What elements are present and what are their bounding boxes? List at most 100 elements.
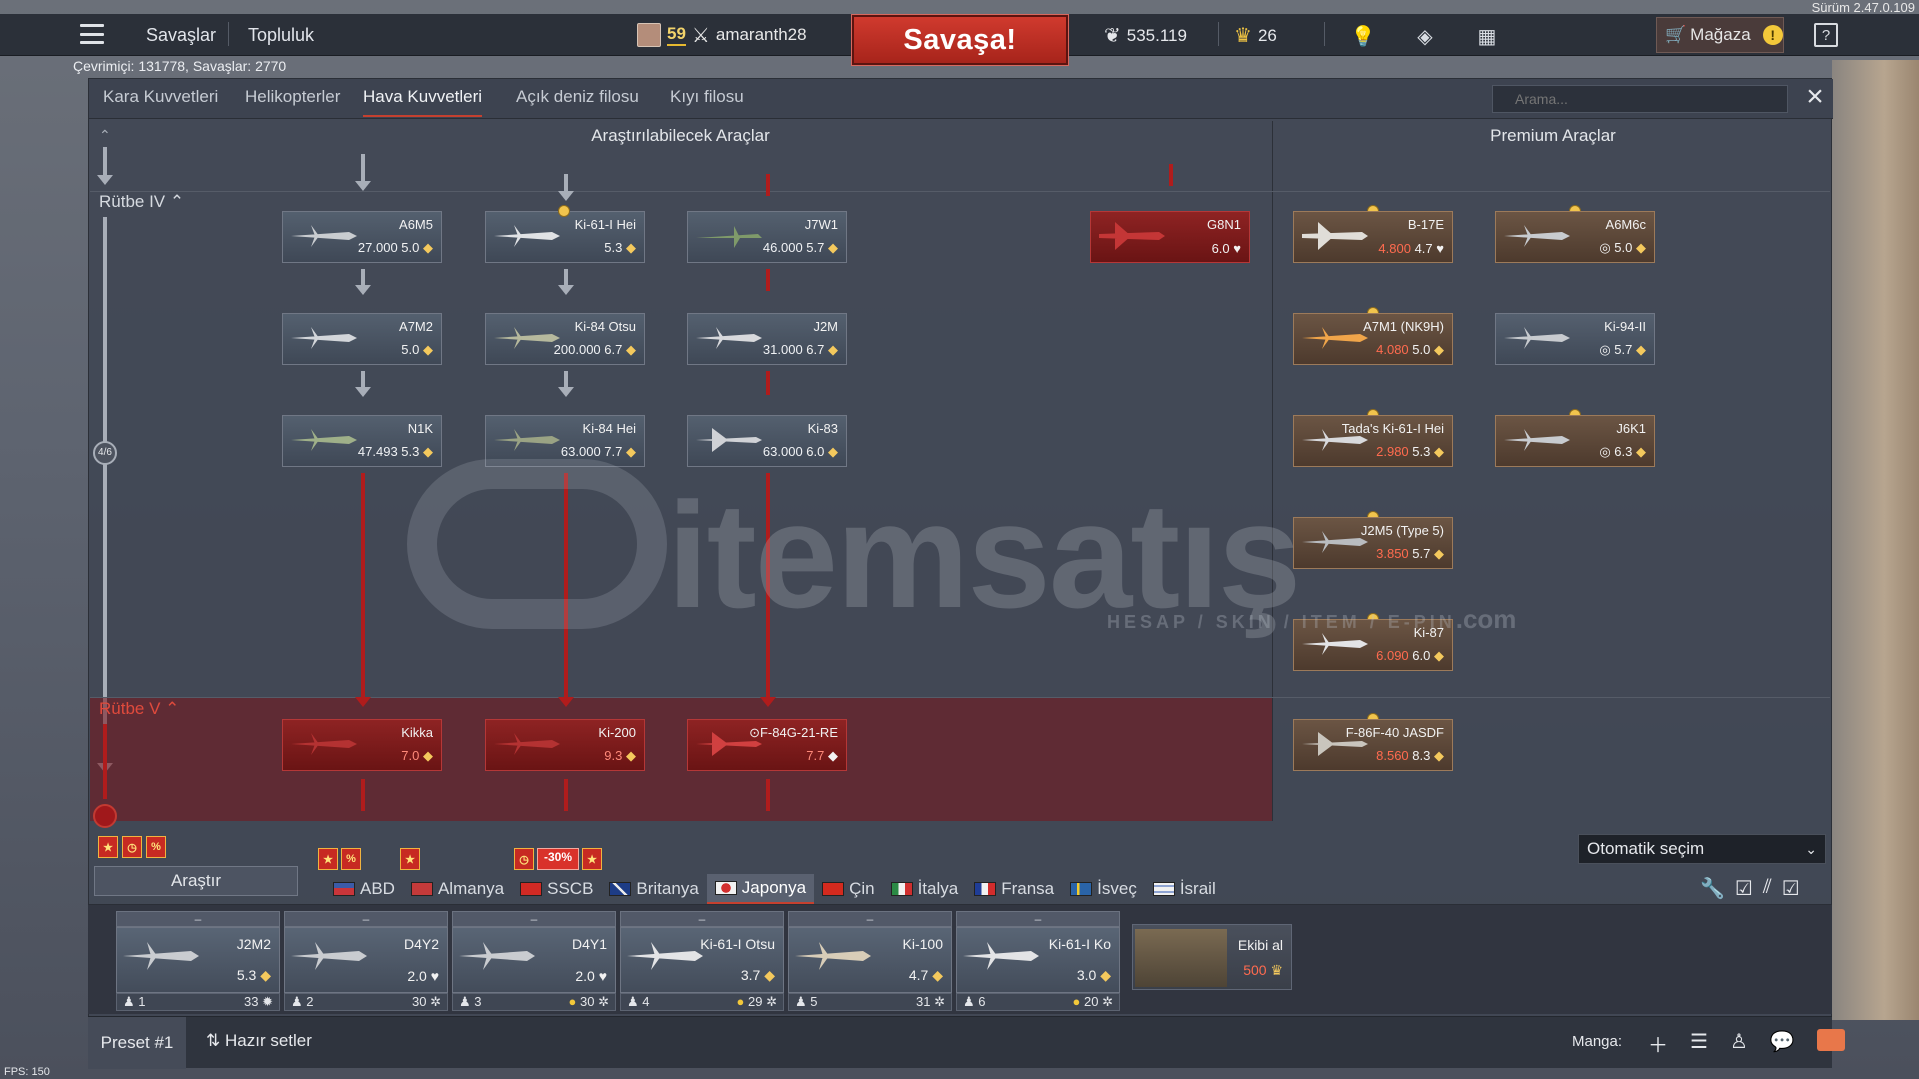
ready-sets-button[interactable]: ⇅ Hazır setler bbox=[206, 1031, 312, 1051]
nation-usa[interactable]: ABD bbox=[325, 874, 403, 904]
tab-coastal-fleet[interactable]: Kıyı filosu bbox=[670, 87, 744, 117]
ticket-icon[interactable]: ▦ bbox=[1474, 23, 1500, 49]
check-icon[interactable]: ☑ bbox=[1735, 876, 1753, 901]
repair-all-icon[interactable]: ⫽ bbox=[1763, 876, 1772, 901]
nation-sweden[interactable]: İsveç bbox=[1062, 874, 1145, 904]
close-icon[interactable]: × bbox=[1800, 82, 1830, 113]
diamond-icon: ◆ bbox=[764, 967, 775, 983]
vehicle-card-ki84-hei[interactable]: Ki-84 Hei 63.000 7.7 ◆ bbox=[485, 415, 645, 467]
vehicle-card-kikka[interactable]: Kikka 7.0 ◆ bbox=[282, 719, 442, 771]
vehicle-card-ki200[interactable]: Ki-200 9.3 ◆ bbox=[485, 719, 645, 771]
nation-japan[interactable]: Japonya bbox=[706, 874, 815, 904]
nation-china[interactable]: Çin bbox=[814, 874, 883, 904]
check-all-icon[interactable]: ☑ bbox=[1782, 876, 1800, 901]
slot-vehicle[interactable]: D4Y2 2.0 ♥ bbox=[284, 927, 448, 993]
plus-icon[interactable]: ＋ bbox=[1648, 1029, 1668, 1058]
get-crew-label: Ekibi al bbox=[1237, 937, 1283, 953]
get-crew-button[interactable]: Ekibi al 500 ♛ bbox=[1132, 924, 1292, 990]
battle-rating: 5.7 bbox=[1614, 342, 1633, 357]
wrench-icon[interactable]: 🔧 bbox=[1700, 876, 1725, 901]
nation-france[interactable]: Fransa bbox=[966, 874, 1062, 904]
slot-vehicle[interactable]: D4Y1 2.0 ♥ bbox=[452, 927, 616, 993]
nation-germany[interactable]: Almanya bbox=[403, 874, 512, 904]
vehicle-card-j6k1[interactable]: J6K1 ◎ 6.3 ◆ bbox=[1495, 415, 1655, 467]
slot-vehicle[interactable]: Ki-61-I Otsu 3.7 ◆ bbox=[620, 927, 784, 993]
tab-aviation[interactable]: Hava Kuvvetleri bbox=[363, 87, 483, 117]
vehicle-card-b17e[interactable]: B-17E 4.800 4.7 ♥ bbox=[1293, 211, 1453, 263]
vehicle-card-j2m5[interactable]: J2M5 (Type 5) 3.850 5.7 ◆ bbox=[1293, 517, 1453, 569]
vehicle-card-ki87[interactable]: Ki-87 6.090 6.0 ◆ bbox=[1293, 619, 1453, 671]
vehicle-card-ki84-otsu[interactable]: Ki-84 Otsu 200.000 6.7 ◆ bbox=[485, 313, 645, 365]
slot-vehicle[interactable]: J2M2 5.3 ◆ bbox=[116, 927, 280, 993]
crew-level: ● 30 ✲ bbox=[568, 994, 609, 1009]
nav-community[interactable]: Topluluk bbox=[248, 25, 314, 46]
research-cost: 63.000 bbox=[560, 444, 601, 459]
slot-vehicle[interactable]: Ki-100 4.7 ◆ bbox=[788, 927, 952, 993]
crew-slot-6[interactable]: – Ki-61-I Ko 3.0 ◆ ♟ 6 ● 20 ✲ bbox=[956, 911, 1120, 1013]
progress-line-top bbox=[103, 147, 107, 175]
crew-slot-5[interactable]: – Ki-100 4.7 ◆ ♟ 5 31 ✲ bbox=[788, 911, 952, 1013]
menu-icon[interactable] bbox=[80, 24, 104, 44]
vehicle-card-a6m6c[interactable]: A6M6c ◎ 5.0 ◆ bbox=[1495, 211, 1655, 263]
nation-ussr[interactable]: SSCB bbox=[512, 874, 601, 904]
search-input[interactable] bbox=[1492, 85, 1788, 113]
shop-button[interactable]: 🛒 Mağaza ! bbox=[1656, 17, 1784, 53]
squad-icon[interactable]: ♙ bbox=[1730, 1029, 1748, 1058]
crew-slot-2[interactable]: – D4Y2 2.0 ♥ ♟ 2 30 ✲ bbox=[284, 911, 448, 1013]
rank-5-lock bbox=[93, 804, 117, 828]
vehicle-card-ki61-hei[interactable]: Ki-61-I Hei 5.3 ◆ bbox=[485, 211, 645, 263]
silver-lions[interactable]: ❦ 535.119 bbox=[1104, 23, 1187, 48]
vehicle-card-j7w1[interactable]: J7W1 46.000 5.7 ◆ bbox=[687, 211, 847, 263]
top-bar: Savaşlar Topluluk 59 ⚔ amaranth28 Savaşa… bbox=[0, 14, 1919, 66]
tab-ground[interactable]: Kara Kuvvetleri bbox=[103, 87, 218, 117]
vehicle-card-ki83[interactable]: Ki-83 63.000 6.0 ◆ bbox=[687, 415, 847, 467]
vehicle-card-tada-ki61[interactable]: Tada's Ki-61-I Hei 2.980 5.3 ◆ bbox=[1293, 415, 1453, 467]
auto-select-dropdown[interactable]: Otomatik seçim ⌄ bbox=[1578, 834, 1826, 864]
battle-rating: 4.7 bbox=[1414, 241, 1433, 256]
vehicle-card-a7m1[interactable]: A7M1 (NK9H) 4.080 5.0 ◆ bbox=[1293, 313, 1453, 365]
crew-slot-1[interactable]: – J2M2 5.3 ◆ ♟ 1 33 ✹ bbox=[116, 911, 280, 1013]
vehicle-br: 3.0 ◆ bbox=[1077, 967, 1111, 984]
battle-button[interactable]: Savaşa! bbox=[851, 14, 1069, 66]
vehicle-name: J2M2 bbox=[236, 936, 271, 952]
mail-icon[interactable] bbox=[1816, 1029, 1845, 1051]
vehicle-card-f86f[interactable]: F-86F-40 JASDF 8.560 8.3 ◆ bbox=[1293, 719, 1453, 771]
research-button[interactable]: Araştır bbox=[94, 866, 298, 896]
silver-lions-value: 535.119 bbox=[1126, 25, 1187, 45]
golden-eagles[interactable]: ♛ 26 bbox=[1234, 23, 1277, 48]
vehicle-card-g8n1[interactable]: G8N1 6.0 ♥ bbox=[1090, 211, 1250, 263]
vehicle-card-a7m2[interactable]: A7M2 5.0 ◆ bbox=[282, 313, 442, 365]
player-info[interactable]: 59 ⚔ amaranth28 bbox=[637, 21, 807, 49]
vehicle-name: N1K bbox=[407, 421, 433, 436]
tree-arrow-locked bbox=[558, 697, 574, 707]
crew-slot-3[interactable]: – D4Y1 2.0 ♥ ♟ 3 ● 30 ✲ bbox=[452, 911, 616, 1013]
vehicle-card-j2m[interactable]: J2M 31.000 6.7 ◆ bbox=[687, 313, 847, 365]
vehicle-card-a6m5[interactable]: A6M5 27.000 5.0 ◆ bbox=[282, 211, 442, 263]
lightbulb-icon[interactable]: 💡 bbox=[1350, 23, 1376, 49]
nav-battles[interactable]: Savaşlar bbox=[146, 25, 216, 46]
nation-italy[interactable]: İtalya bbox=[883, 874, 967, 904]
rank-5-label[interactable]: Rütbe V ⌃ bbox=[99, 699, 179, 719]
tab-bluewater-fleet[interactable]: Açık deniz filosu bbox=[516, 87, 639, 117]
help-button[interactable]: ? bbox=[1814, 23, 1838, 47]
list-icon[interactable]: ☰ bbox=[1690, 1029, 1708, 1058]
vehicle-name: Ki-84 Hei bbox=[582, 421, 636, 436]
preset-button[interactable]: Preset #1 bbox=[88, 1017, 186, 1069]
chat-icon[interactable]: 💬 bbox=[1770, 1029, 1795, 1058]
crew-info: ♟ 1 33 ✹ bbox=[116, 993, 280, 1011]
diamond-icon[interactable]: ◈ bbox=[1412, 23, 1438, 49]
slot-vehicle[interactable]: Ki-61-I Ko 3.0 ◆ bbox=[956, 927, 1120, 993]
tab-helicopters[interactable]: Helikopterler bbox=[245, 87, 340, 117]
vehicle-card-ki94[interactable]: Ki-94-II ◎ 5.7 ◆ bbox=[1495, 313, 1655, 365]
diamond-icon: ◆ bbox=[1636, 342, 1646, 357]
rank-4-label[interactable]: Rütbe IV ⌃ bbox=[99, 192, 184, 212]
research-cost: 200.000 bbox=[553, 342, 601, 357]
vehicle-card-f84g[interactable]: ⊙F-84G-21-RE 7.7 ◆ bbox=[687, 719, 847, 771]
vehicle-card-n1k[interactable]: N1K 47.493 5.3 ◆ bbox=[282, 415, 442, 467]
nation-israel[interactable]: İsrail bbox=[1145, 874, 1224, 904]
crew-slot-4[interactable]: – Ki-61-I Otsu 3.7 ◆ ♟ 4 ● 29 ✲ bbox=[620, 911, 784, 1013]
diamond-icon: ◆ bbox=[626, 444, 636, 459]
battle-rating: 4.7 bbox=[908, 967, 929, 983]
premium-cost: 4.080 bbox=[1376, 342, 1409, 357]
nation-britain[interactable]: Britanya bbox=[601, 874, 706, 904]
